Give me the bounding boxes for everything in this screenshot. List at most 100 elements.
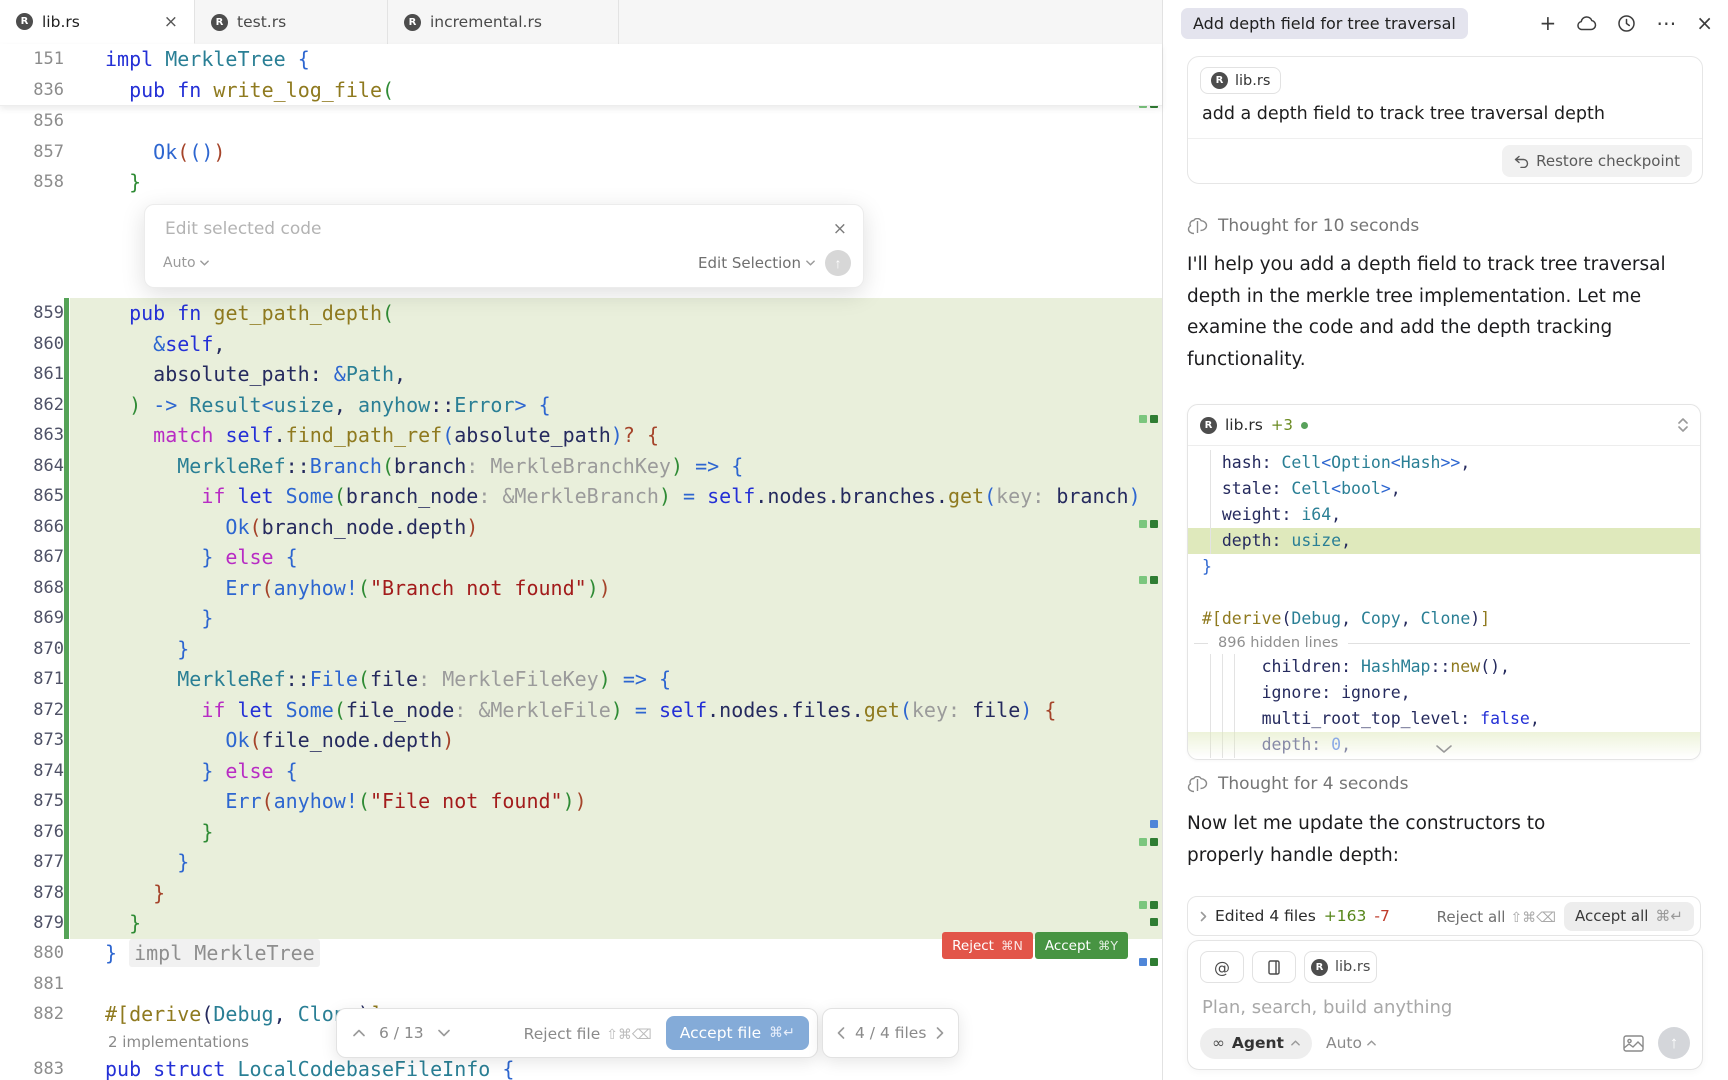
code-line[interactable]: 865 if let Some(branch_node: &MerkleBran…	[0, 481, 1162, 512]
diff-mark	[1150, 838, 1158, 846]
diff-scrollbar-marks[interactable]	[1136, 44, 1162, 1080]
thinking-summary[interactable]: Thought for 10 seconds	[1187, 216, 1701, 236]
reject-all-button[interactable]: Reject all⇧⌘⌫	[1437, 907, 1556, 926]
chevron-up-icon	[1367, 1040, 1376, 1046]
more-options-icon[interactable]: ⋯	[1656, 11, 1676, 35]
line-number: 151	[0, 44, 64, 75]
submit-edit-button[interactable]: ↑	[825, 250, 851, 276]
code-line[interactable]: 864 MerkleRef::Branch(branch: MerkleBran…	[0, 451, 1162, 482]
code-line[interactable]: 860 &self,	[0, 329, 1162, 360]
code-line[interactable]: 856	[0, 106, 1162, 137]
close-dialog-icon[interactable]: ×	[833, 219, 847, 239]
code-line[interactable]: 857 Ok(())	[0, 137, 1162, 168]
hidden-lines-separator[interactable]: 896 hidden lines	[1188, 632, 1700, 654]
line-number: 874	[0, 756, 64, 787]
send-button[interactable]: ↑	[1658, 1027, 1690, 1059]
code-line[interactable]: 876 }	[0, 817, 1162, 848]
brain-icon	[1187, 218, 1208, 235]
diff-line	[1188, 580, 1700, 606]
code-line[interactable]: 877 }	[0, 847, 1162, 878]
close-tab-icon[interactable]: ×	[164, 12, 178, 32]
diff-line: children: HashMap::new(),	[1188, 654, 1700, 680]
code-line[interactable]: 859 pub fn get_path_depth(	[0, 298, 1162, 329]
tab-test-rs[interactable]: R test.rs	[195, 0, 388, 44]
code-line[interactable]: 867 } else {	[0, 542, 1162, 573]
image-attach-icon[interactable]	[1623, 1035, 1644, 1052]
reject-file-button[interactable]: Reject file⇧⌘⌫	[524, 1024, 652, 1043]
accept-all-button[interactable]: Accept all ⌘↵	[1564, 902, 1694, 931]
code-line[interactable]: 868 Err(anyhow!("Branch not found"))	[0, 573, 1162, 604]
tab-lib-rs[interactable]: R lib.rs ×	[0, 0, 195, 44]
code-line[interactable]: 862 ) -> Result<usize, anyhow::Error> {	[0, 390, 1162, 421]
history-icon[interactable]	[1617, 14, 1636, 33]
restore-checkpoint-button[interactable]: Restore checkpoint	[1502, 145, 1692, 177]
mode-selector[interactable]: ∞ Agent	[1200, 1028, 1312, 1059]
code-line[interactable]: 836 pub fn write_log_file(	[0, 75, 1162, 106]
code-line[interactable]: 871 MerkleRef::File(file: MerkleFileKey)…	[0, 664, 1162, 695]
diff-mark	[1150, 576, 1158, 584]
scroll-down-icon[interactable]	[1435, 744, 1453, 754]
code-line[interactable]: 869 }	[0, 603, 1162, 634]
line-number: 859	[0, 298, 64, 329]
reject-hunk-button[interactable]: Reject ⌘N	[942, 932, 1033, 959]
model-selector[interactable]: Auto	[1326, 1034, 1376, 1052]
diff-line: ignore: ignore,	[1188, 680, 1700, 706]
line-number: 856	[0, 106, 64, 137]
context-file-chip[interactable]: R lib.rs	[1200, 67, 1281, 94]
code-line[interactable]: 875 Err(anyhow!("File not found"))	[0, 786, 1162, 817]
tab-incremental-rs[interactable]: R incremental.rs	[388, 0, 619, 44]
expand-collapse-icon[interactable]	[1678, 418, 1688, 432]
diff-line: }	[1188, 554, 1700, 580]
attach-file-button[interactable]	[1252, 951, 1296, 983]
line-number: 883	[0, 1054, 64, 1080]
edit-code-input[interactable]	[163, 218, 833, 240]
diff-mark	[1150, 958, 1158, 966]
next-hunk-icon[interactable]	[438, 1029, 450, 1037]
thread-title[interactable]: Add depth field for tree traversal	[1181, 8, 1468, 39]
accept-file-button[interactable]: Accept file ⌘↵	[666, 1016, 809, 1050]
diff-card-header[interactable]: R lib.rs +3	[1188, 405, 1700, 446]
previous-file-icon[interactable]	[837, 1027, 845, 1039]
edited-files-label: Edited 4 files	[1215, 907, 1316, 925]
expand-icon[interactable]	[1200, 911, 1207, 922]
code-line[interactable]: 874 } else {	[0, 756, 1162, 787]
code-line[interactable]: 881	[0, 969, 1162, 1000]
next-file-icon[interactable]	[936, 1027, 944, 1039]
line-number: 872	[0, 695, 64, 726]
accept-hunk-button[interactable]: Accept ⌘Y	[1035, 932, 1128, 959]
line-number: 863	[0, 420, 64, 451]
indent-guide	[1210, 450, 1211, 554]
line-number: 869	[0, 603, 64, 634]
previous-hunk-icon[interactable]	[353, 1029, 365, 1037]
cloud-icon[interactable]	[1576, 16, 1597, 31]
code-line[interactable]: 863 match self.find_path_ref(absolute_pa…	[0, 420, 1162, 451]
line-number: 868	[0, 573, 64, 604]
code-line[interactable]: 872 if let Some(file_node: &MerkleFile) …	[0, 695, 1162, 726]
brain-icon	[1187, 776, 1208, 793]
context-file-chip[interactable]: R lib.rs	[1304, 951, 1377, 983]
edit-selection-button[interactable]: Edit Selection	[698, 254, 815, 272]
line-number: 864	[0, 451, 64, 482]
edit-selected-code-dialog: × Auto Edit Selection ↑	[144, 204, 864, 288]
code-line[interactable]: 870 }	[0, 634, 1162, 665]
diff-mark	[1139, 415, 1147, 423]
code-line[interactable]: 878 }	[0, 878, 1162, 909]
code-line[interactable]: 151impl MerkleTree {	[0, 44, 1162, 75]
mention-button[interactable]: @	[1200, 951, 1244, 983]
rust-file-icon: R	[1311, 959, 1328, 976]
diff-line: depth: usize,	[1188, 528, 1700, 554]
line-number: 880	[0, 938, 64, 969]
line-number: 882	[0, 999, 64, 1030]
code-line[interactable]: 866 Ok(branch_node.depth)	[0, 512, 1162, 543]
model-selector[interactable]: Auto	[163, 255, 209, 271]
diff-mark	[1150, 415, 1158, 423]
code-line[interactable]: 858 }	[0, 167, 1162, 198]
close-panel-icon[interactable]: ×	[1696, 11, 1713, 35]
message-composer[interactable]: @ R lib.rs Plan, search, build anything …	[1187, 940, 1703, 1070]
code-line[interactable]: 861 absolute_path: &Path,	[0, 359, 1162, 390]
new-thread-icon[interactable]: +	[1539, 11, 1556, 35]
composer-input[interactable]: Plan, search, build anything	[1188, 983, 1702, 1018]
thinking-summary[interactable]: Thought for 4 seconds	[1187, 774, 1701, 794]
code-line[interactable]: 873 Ok(file_node.depth)	[0, 725, 1162, 756]
assistant-paragraph: I'll help you add a depth field to track…	[1187, 249, 1674, 375]
